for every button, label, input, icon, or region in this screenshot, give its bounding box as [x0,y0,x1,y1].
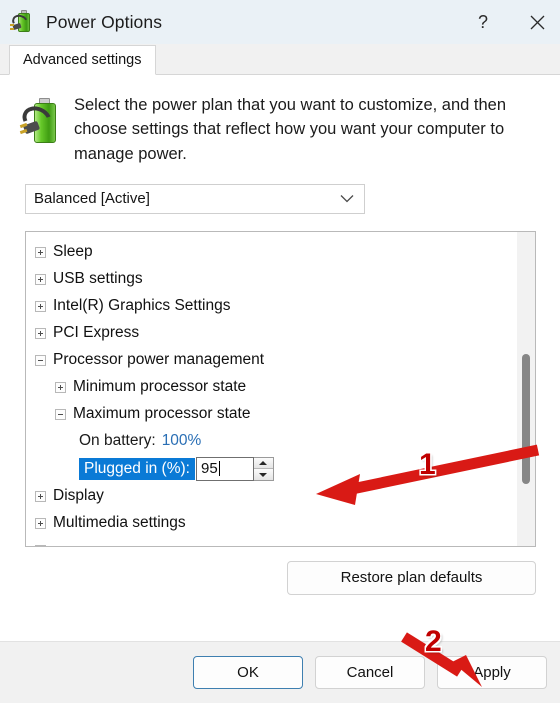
quantity-stepper[interactable]: 95 [195,456,274,481]
scrollbar-thumb[interactable] [522,353,530,484]
dialog-content: Select the power plan that you want to c… [0,75,560,641]
tree-node-label: Minimum processor state [73,378,247,396]
stepper-buttons[interactable] [253,456,274,481]
expand-plus-icon[interactable] [35,517,46,529]
setting-plugged-in[interactable]: Plugged in (%): 95 [26,455,517,483]
restore-plan-defaults-button[interactable]: Restore plan defaults [287,560,536,595]
setting-value[interactable]: 100% [162,432,202,450]
setting-on-battery[interactable]: On battery: 100% [26,428,517,455]
expand-plus-icon[interactable] [35,544,46,546]
tab-strip: Advanced settings [0,44,560,75]
tab-advanced-settings[interactable]: Advanced settings [9,45,156,75]
tree-node-usb-settings[interactable]: USB settings [26,266,517,293]
expand-plus-icon[interactable] [35,246,46,258]
help-button[interactable]: ? [460,0,506,44]
expand-plus-icon[interactable] [35,273,46,285]
tree-node-label: Display [53,487,104,505]
title-bar-spacer [506,0,514,44]
cancel-button[interactable]: Cancel [315,656,425,689]
expand-plus-icon[interactable] [55,381,66,393]
collapse-minus-icon[interactable] [55,408,66,420]
description-text: Select the power plan that you want to c… [74,96,507,163]
tree-node-label: Maximum processor state [73,405,251,423]
battery-plug-icon [10,9,37,35]
tab-label: Advanced settings [23,52,142,68]
plugged-in-percent-input[interactable]: 95 [195,456,254,481]
power-options-window: Power Options ? Advanced settings Select… [0,0,560,703]
vertical-scrollbar[interactable] [517,231,535,546]
tree-node-display[interactable]: Display [26,483,517,510]
collapse-minus-icon[interactable] [35,354,46,366]
tree-node-label: Multimedia settings [53,514,186,532]
tree-scroll-area: Sleep USB settings Intel(R) Graphics Set… [26,232,517,546]
setting-label: On battery: [79,432,156,450]
tree-node-label: PCI Express [53,324,140,342]
close-icon [530,15,544,29]
input-value: 95 [200,460,218,478]
restore-row: Restore plan defaults [0,547,560,595]
tree-node-label: Sleep [53,243,93,261]
battery-plug-large-icon [18,95,66,151]
title-bar: Power Options ? [0,0,560,44]
close-button[interactable] [514,0,560,44]
expand-plus-icon[interactable] [35,327,46,339]
tree-node-sleep[interactable]: Sleep [26,239,517,266]
tree-node-partial[interactable] [26,537,517,546]
text-caret [218,461,220,477]
triangle-down-icon [259,472,268,477]
expand-plus-icon[interactable] [35,490,46,502]
apply-button[interactable]: Apply [437,656,547,689]
tree-node-maximum-processor-state[interactable]: Maximum processor state [26,401,517,428]
dialog-footer: OK Cancel Apply [0,641,560,703]
setting-label-selected: Plugged in (%): [79,457,195,480]
expand-plus-icon[interactable] [35,300,46,312]
power-plan-value[interactable]: Balanced [Active] [25,183,365,214]
tree-node-minimum-processor-state[interactable]: Minimum processor state [26,374,517,401]
tree-node-processor-power-management[interactable]: Processor power management [26,347,517,374]
advanced-settings-tree: Sleep USB settings Intel(R) Graphics Set… [25,230,536,547]
tree-node-label: USB settings [53,270,143,288]
stepper-down-button[interactable] [253,468,273,480]
tree-node-label: Processor power management [53,351,265,369]
tree-node-intel-graphics-settings[interactable]: Intel(R) Graphics Settings [26,293,517,320]
tree-node-label: Intel(R) Graphics Settings [53,297,231,315]
tree-node-multimedia-settings[interactable]: Multimedia settings [26,510,517,537]
tree-node-pci-express[interactable]: PCI Express [26,320,517,347]
ok-button[interactable]: OK [193,656,303,689]
description-row: Select the power plan that you want to c… [0,75,560,166]
triangle-up-icon [259,461,268,465]
power-plan-dropdown[interactable]: Balanced [Active] [25,183,365,214]
stepper-up-button[interactable] [253,457,273,469]
window-title: Power Options [46,11,163,32]
title-bar-controls: ? [460,0,560,44]
